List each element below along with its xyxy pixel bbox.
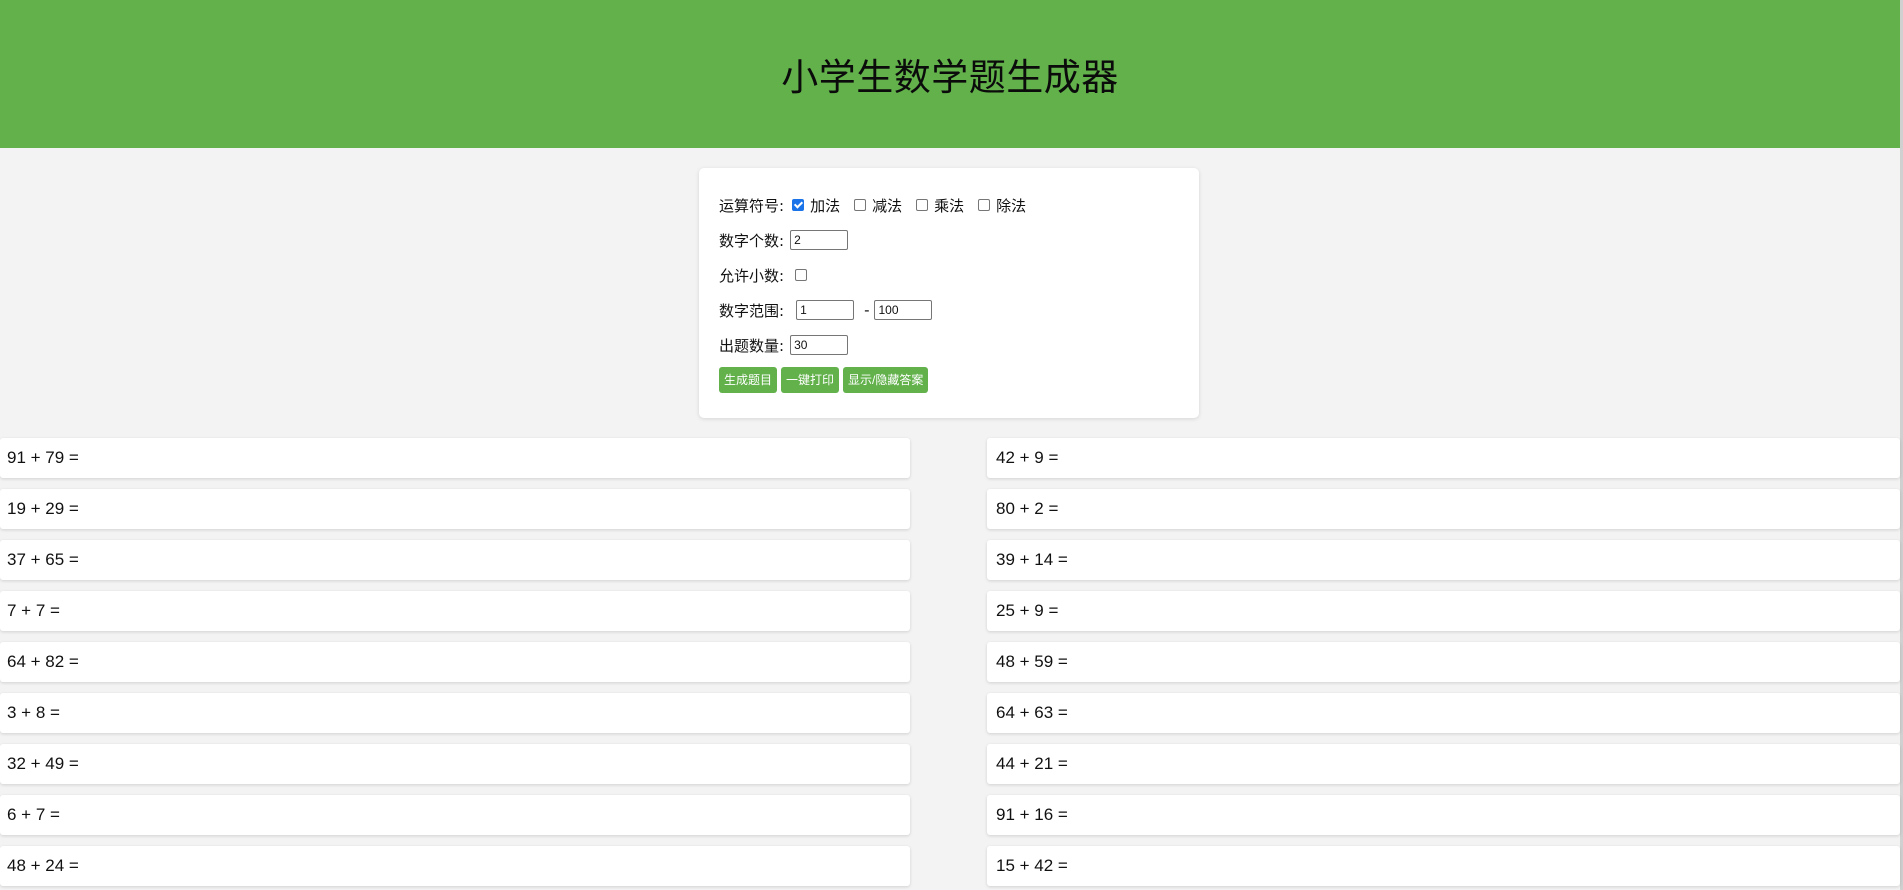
decimal-checkbox[interactable] — [795, 269, 808, 281]
range-min-input[interactable]: 1 — [796, 300, 855, 320]
multiply-label: 乘法 — [934, 196, 965, 215]
quantity-input[interactable]: 30 — [790, 335, 849, 355]
count-label: 数字个数: — [719, 231, 785, 250]
print-button[interactable]: 一键打印 — [781, 367, 840, 393]
operators-label: 运算符号: — [719, 196, 785, 215]
operator-option-multiply[interactable]: 乘法 — [916, 195, 964, 216]
subtract-checkbox[interactable] — [854, 199, 867, 211]
count-row: 数字个数: 2 — [719, 229, 849, 251]
quantity-row: 出题数量: 30 — [719, 334, 849, 356]
question-card: 44 + 21 = — [987, 744, 1900, 784]
question-card: 91 + 16 = — [987, 795, 1900, 835]
question-card: 3 + 8 = — [0, 693, 910, 733]
question-card: 48 + 24 = — [0, 846, 910, 886]
question-card: 37 + 65 = — [0, 540, 910, 580]
multiply-checkbox[interactable] — [916, 199, 929, 211]
question-card: 15 + 42 = — [987, 846, 1900, 886]
operator-option-subtract[interactable]: 减法 — [854, 195, 902, 216]
range-separator: - — [864, 301, 870, 319]
divide-checkbox[interactable] — [978, 199, 991, 211]
question-card: 39 + 14 = — [987, 540, 1900, 580]
question-card: 64 + 82 = — [0, 642, 910, 682]
settings-panel: 运算符号: 加法 减法 乘法 除法 数字个数: 2 允许小数: 数字范围: 1 … — [699, 168, 1199, 418]
operator-option-divide[interactable]: 除法 — [978, 195, 1026, 216]
divide-label: 除法 — [996, 196, 1027, 215]
operators-row: 运算符号: 加法 减法 乘法 除法 — [719, 194, 1040, 216]
quantity-label: 出题数量: — [719, 336, 785, 355]
page-header: 小学生数学题生成器 — [0, 0, 1900, 148]
question-card: 6 + 7 = — [0, 795, 910, 835]
toggle-answers-button[interactable]: 显示/隐藏答案 — [843, 367, 929, 393]
range-label: 数字范围: — [719, 301, 785, 320]
question-card: 32 + 49 = — [0, 744, 910, 784]
add-checkbox[interactable] — [792, 199, 805, 211]
generate-button[interactable]: 生成题目 — [719, 367, 778, 393]
button-row: 生成题目 一键打印 显示/隐藏答案 — [719, 367, 929, 393]
range-row: 数字范围: 1 - 100 — [719, 299, 933, 321]
question-card: 91 + 79 = — [0, 438, 910, 478]
decimal-row: 允许小数: — [719, 264, 813, 286]
decimal-label: 允许小数: — [719, 266, 785, 285]
operator-option-add[interactable]: 加法 — [792, 195, 840, 216]
question-card: 48 + 59 = — [987, 642, 1900, 682]
question-card: 42 + 9 = — [987, 438, 1900, 478]
question-card: 19 + 29 = — [0, 489, 910, 529]
question-card: 25 + 9 = — [987, 591, 1900, 631]
page-title: 小学生数学题生成器 — [781, 56, 1119, 99]
subtract-label: 减法 — [872, 196, 903, 215]
count-input[interactable]: 2 — [790, 230, 849, 250]
add-label: 加法 — [810, 196, 841, 215]
question-card: 80 + 2 = — [987, 489, 1900, 529]
range-max-input[interactable]: 100 — [874, 300, 933, 320]
question-card: 7 + 7 = — [0, 591, 910, 631]
question-card: 64 + 63 = — [987, 693, 1900, 733]
